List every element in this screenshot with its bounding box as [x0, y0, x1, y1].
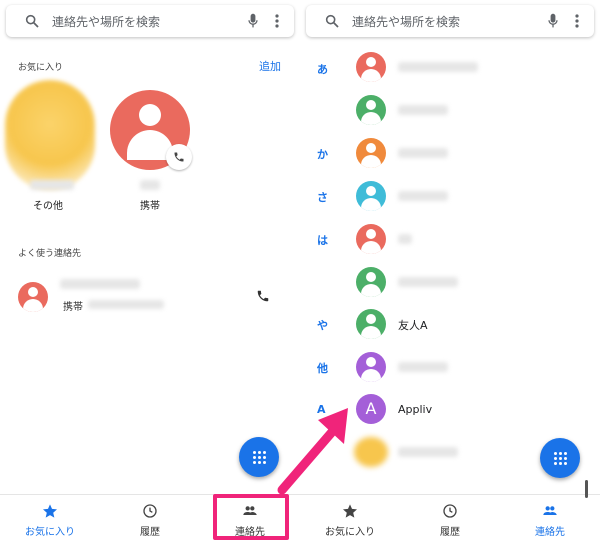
search-bar[interactable]: 連絡先や場所を検索 [306, 5, 594, 37]
contact-avatar[interactable] [356, 52, 386, 82]
contact-avatar[interactable] [356, 309, 386, 339]
index-letter[interactable]: か [317, 146, 328, 162]
contacts-screen: 連絡先や場所を検索 あ か さ は や 他 A 友人A A Appliv お気に… [300, 0, 600, 542]
more-vert-icon[interactable] [274, 13, 280, 29]
blurred-contact-name [398, 447, 458, 457]
search-bar[interactable]: 連絡先や場所を検索 [6, 5, 294, 37]
search-icon [25, 14, 39, 28]
blurred-contact-name [398, 62, 478, 72]
nav-contacts[interactable]: 連絡先 [505, 495, 595, 542]
contact-name[interactable]: 友人A [398, 317, 428, 333]
scrollbar[interactable] [585, 480, 588, 498]
favorite-name-mobile: 携帯 [140, 201, 160, 212]
more-vert-icon[interactable] [574, 13, 580, 29]
dialpad-button[interactable] [540, 438, 580, 478]
blurred-contact-name [398, 148, 448, 158]
index-letter[interactable]: や [317, 317, 328, 333]
search-placeholder: 連絡先や場所を検索 [52, 14, 161, 29]
blurred-contact-name [398, 362, 448, 372]
index-letter[interactable]: は [317, 232, 328, 248]
blurred-contact-name [398, 191, 448, 201]
frequent-contact-row[interactable] [0, 272, 300, 320]
search-icon [325, 14, 339, 28]
index-letter[interactable]: さ [317, 189, 328, 205]
phone-badge [166, 144, 192, 170]
contact-avatar[interactable] [356, 224, 386, 254]
contact-avatar[interactable] [356, 181, 386, 211]
contact-avatar [18, 282, 48, 312]
search-placeholder: 連絡先や場所を検索 [352, 14, 461, 29]
phone-icon [174, 152, 184, 162]
contact-avatar[interactable] [356, 352, 386, 382]
contact-name[interactable]: Appliv [398, 403, 432, 416]
nav-favorites[interactable]: お気に入り [5, 495, 95, 542]
blurred-contact-avatar [354, 437, 388, 467]
nav-favorites[interactable]: お気に入り [305, 495, 395, 542]
people-icon [543, 506, 557, 515]
add-favorite-link[interactable]: 追加 [259, 58, 281, 74]
mic-icon[interactable] [246, 13, 260, 29]
favorites-section-label: お気に入り [18, 63, 64, 73]
frequent-section-label: よく使う連絡先 [18, 249, 82, 259]
nav-history[interactable]: 履歴 [105, 495, 195, 542]
favorite-name-other: その他 [33, 201, 63, 212]
contact-avatar[interactable] [356, 267, 386, 297]
call-icon[interactable] [256, 289, 270, 303]
contact-letter-avatar[interactable]: A [356, 394, 386, 424]
dialpad-icon [553, 451, 567, 465]
dialpad-icon [252, 450, 266, 464]
dialpad-button[interactable] [239, 437, 279, 477]
index-letter[interactable]: 他 [317, 360, 328, 376]
contact-avatar[interactable] [356, 138, 386, 168]
clock-icon [443, 504, 457, 518]
screenshot-root: 連絡先や場所を検索 お気に入り 追加 その他 携帯 よく使う連絡先 携帯 お気に… [0, 0, 600, 542]
favorite-avatar-blurred[interactable] [5, 80, 95, 190]
star-icon [43, 504, 57, 518]
blurred-contact-name [398, 277, 458, 287]
star-icon [343, 504, 357, 518]
blurred-contact-name [60, 279, 140, 289]
mic-icon[interactable] [546, 13, 560, 29]
blurred-contact-name [398, 234, 412, 244]
person-icon [139, 104, 161, 126]
blurred-contact-name [398, 105, 448, 115]
nav-history[interactable]: 履歴 [405, 495, 495, 542]
contact-phone-type: 携帯 [63, 302, 83, 313]
bottom-navigation: お気に入り 履歴 連絡先 [300, 494, 600, 542]
index-letter[interactable]: A [317, 403, 326, 416]
favorites-screen: 連絡先や場所を検索 お気に入り 追加 その他 携帯 よく使う連絡先 携帯 お気に… [0, 0, 300, 542]
clock-icon [143, 504, 157, 518]
highlight-box [213, 494, 289, 540]
blurred-name [30, 180, 74, 190]
contact-avatar[interactable] [356, 95, 386, 125]
index-letter[interactable]: あ [317, 61, 328, 77]
